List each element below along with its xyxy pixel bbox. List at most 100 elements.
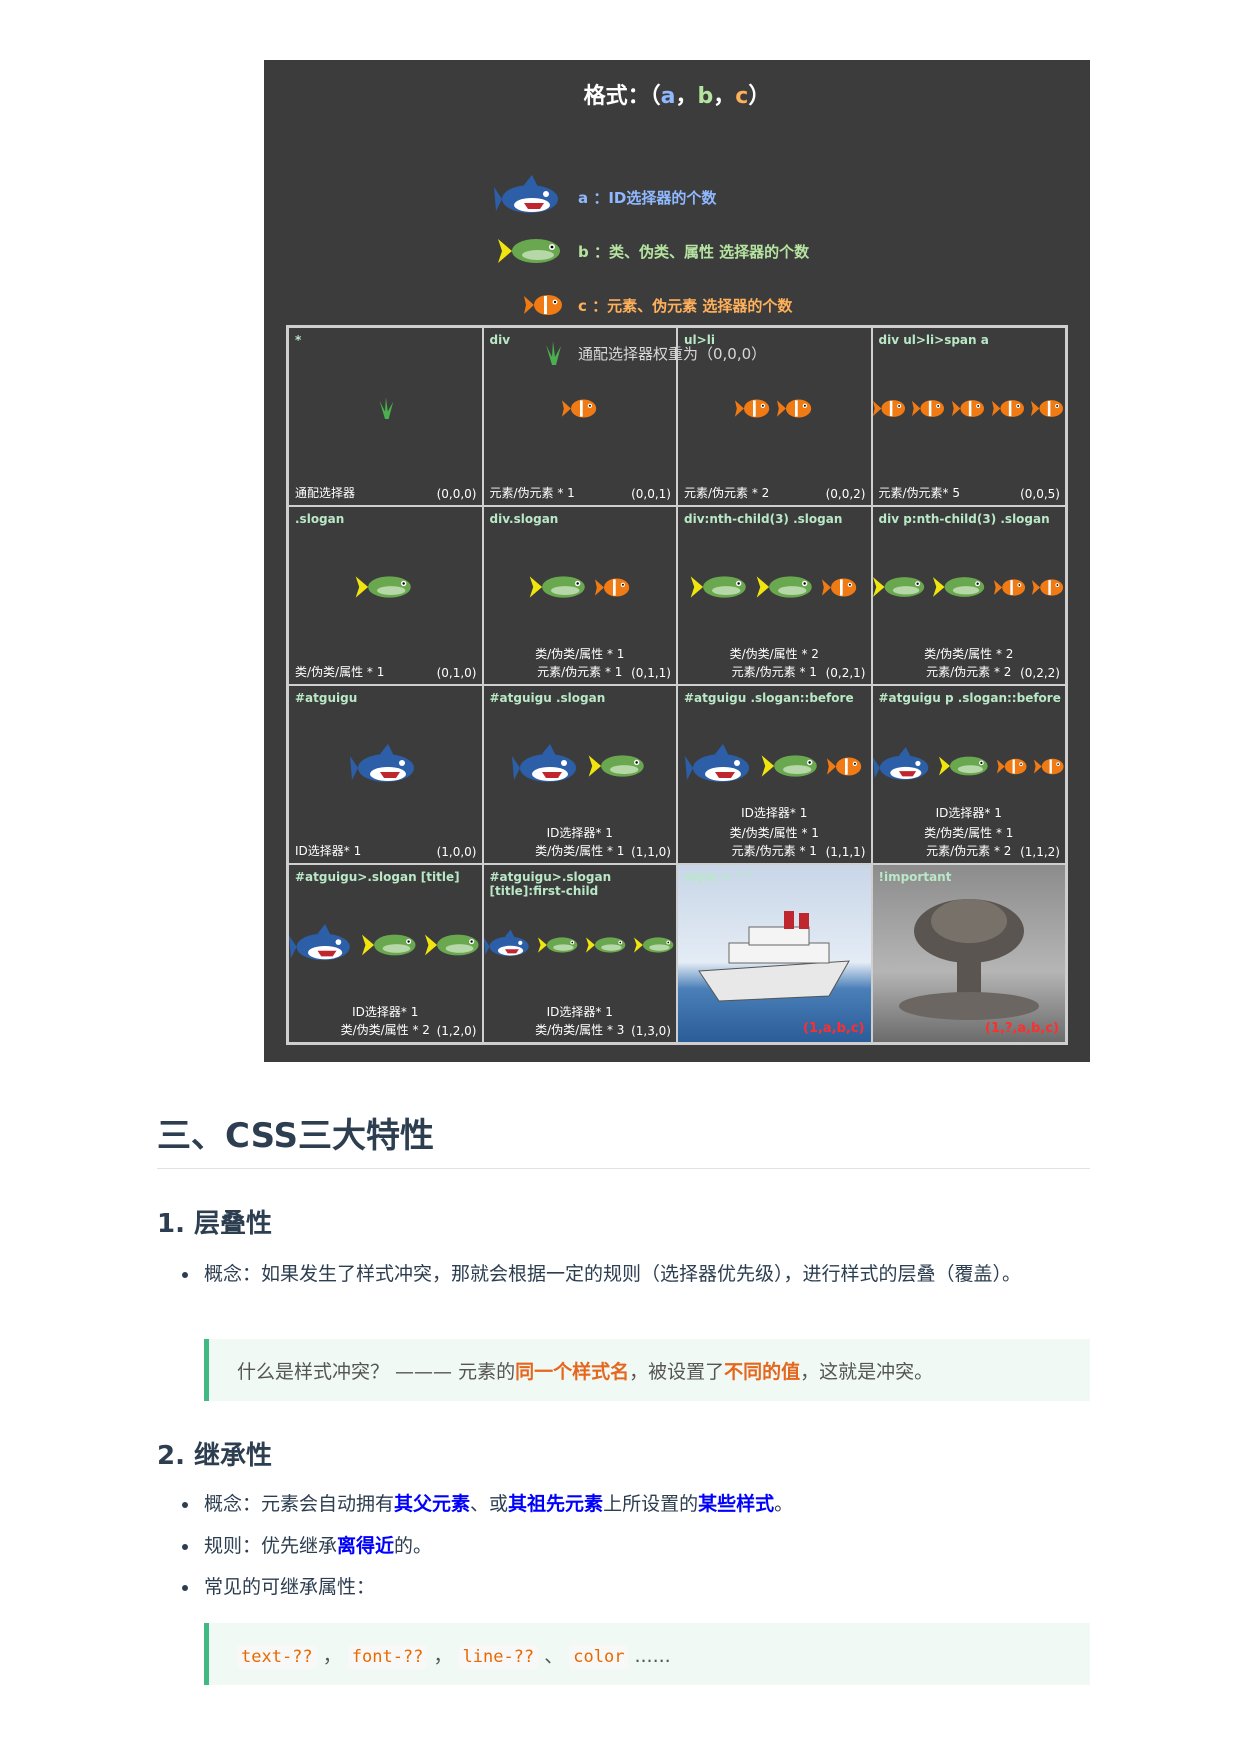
cell-selector: div.slogan <box>489 512 559 526</box>
orange-fish-icon <box>1032 578 1064 596</box>
cell-specificity-value: (0,0,0) <box>436 487 477 501</box>
orange-fish-icon <box>524 295 562 315</box>
green-fish-icon <box>355 576 412 598</box>
shark-icon <box>872 746 928 780</box>
green-fish-icon <box>538 937 578 953</box>
cell-selector: div <box>489 333 511 347</box>
cell-specificity-value: (1,a,b,c) <box>802 1021 865 1036</box>
specificity-cell: #atguigu>.slogan [title] ID选择器* 1 类/伪类/属性 … <box>288 864 483 1043</box>
subheading-cascade: 1. 层叠性 <box>157 1209 273 1239</box>
orange-fish-icon <box>735 399 770 417</box>
orange-fish-icon <box>993 578 1025 596</box>
specificity-cell: .slogan 类/伪类/属性 * 1 (0,1,0) <box>288 506 483 685</box>
orange-fish-icon <box>594 578 629 596</box>
cell-selector: #atguigu p .slogan::before <box>878 691 1061 705</box>
green-fish-icon <box>588 755 644 777</box>
green-fish-icon <box>361 934 416 956</box>
specificity-cell: style = " " (1,a,b,c) <box>677 864 872 1043</box>
green-fish-icon <box>756 576 813 598</box>
green-fish-icon <box>529 576 585 598</box>
green-fish-icon <box>498 239 560 263</box>
shark-icon <box>350 744 415 782</box>
list-item: 概念：如果发生了样式冲突，那就会根据一定的规则（选择器优先级），进行样式的层叠（… <box>182 1258 1074 1290</box>
orange-fish-icon <box>1031 399 1064 417</box>
specificity-cell: #atguigu p .slogan::before ID选择器* 1 类/伪类/属… <box>871 685 1066 864</box>
cell-count-line: ID选择器* 1 <box>352 1005 419 1019</box>
cell-pictures <box>289 905 482 985</box>
cell-specificity-value: (0,0,1) <box>631 487 671 501</box>
tip-block: 什么是样式冲突？ ——— 元素的同一个样式名，被设置了不同的值，这就是冲突。 <box>204 1339 1090 1401</box>
cell-pictures <box>872 368 1066 448</box>
cell-specificity-value: (1,1,1) <box>825 845 866 859</box>
cell-specificity-value: (1,0,0) <box>436 845 477 859</box>
cell-specificity-value: (0,2,2) <box>1020 666 1060 680</box>
specificity-cell: #atguigu .slogan::before ID选择器* 1 类/伪类/属性 … <box>677 685 872 864</box>
cell-pictures <box>873 891 1066 1021</box>
cell-pictures <box>484 368 677 448</box>
subheading-inheritance: 2. 继承性 <box>157 1441 273 1471</box>
cell-specificity-value: (1,1,0) <box>631 845 671 859</box>
shark-icon <box>483 929 529 957</box>
cell-pictures <box>289 726 482 806</box>
grass-icon <box>379 397 394 419</box>
section-heading: 三、CSS三大特性 <box>157 1116 435 1156</box>
cell-specificity-value: (1,3,0) <box>631 1024 671 1038</box>
shark-icon <box>289 924 350 961</box>
orange-fish-icon <box>912 399 945 417</box>
cell-specificity-value: (1,1,2) <box>1020 845 1060 859</box>
cell-selector: .slogan <box>295 512 345 526</box>
cell-specificity-value: (0,1,0) <box>436 666 477 680</box>
orange-fish-icon <box>991 399 1024 417</box>
list-item: 概念：元素会自动拥有其父元素、或其祖先元素上所设置的某些样式。 <box>182 1488 1074 1520</box>
cell-pictures <box>872 726 1066 806</box>
green-fish-icon <box>933 577 985 597</box>
cell-pictures <box>483 905 677 985</box>
orange-fish-icon <box>1033 758 1064 774</box>
orange-fish-icon <box>777 399 812 417</box>
cell-count-line: 类/伪类/属性 * 1 <box>729 826 819 840</box>
specificity-cell: div p:nth-child(3) .slogan 类/伪类/属性 * 2 元素/… <box>871 506 1066 685</box>
mushroom-cloud-icon <box>898 899 1039 1020</box>
legend-a: a ：ID选择器的个数 <box>494 172 716 222</box>
green-fish-icon <box>761 755 818 777</box>
cell-pictures <box>678 368 871 448</box>
green-fish-icon <box>938 756 988 776</box>
cell-specificity-value: (1,?,a,b,c) <box>984 1021 1059 1036</box>
cell-count-line: ID选择器* 1 <box>546 826 613 840</box>
cell-count-line: ID选择器* 1 <box>546 1005 613 1019</box>
inheritable-properties-block: text-?? ， font-?? ， line-?? 、 color ....… <box>204 1623 1090 1685</box>
legend-c: c ：元素、伪元素 选择器的个数 <box>494 280 792 330</box>
cell-pictures <box>678 726 871 806</box>
figure-title: 格式：（a，b，c） <box>583 84 771 109</box>
list-item: 规则：优先继承离得近的。 <box>182 1530 1074 1562</box>
green-fish-icon <box>872 577 924 597</box>
specificity-cell: div.slogan 类/伪类/属性 * 1 元素/伪元素 * 1 (0,1,1) <box>482 506 677 685</box>
orange-fish-icon <box>822 578 857 596</box>
shark-icon <box>494 175 558 213</box>
specificity-cell: !important (1,?,a,b,c) <box>871 864 1066 1043</box>
cell-pictures <box>678 891 871 1021</box>
specificity-cell: #atguigu .slogan ID选择器* 1 类/伪类/属性 * 1 (1,1,… <box>482 685 677 864</box>
specificity-cell: div:nth-child(3) .slogan 类/伪类/属性 * 2 元素/伪元… <box>677 506 872 685</box>
green-fish-icon <box>424 934 479 956</box>
cell-specificity-value: (1,2,0) <box>436 1024 477 1038</box>
shark-icon <box>685 744 750 782</box>
specificity-cell: div 元素/伪元素 * 1 (0,0,1) <box>482 327 677 506</box>
legend-b: b ：类、伪类、属性 选择器的个数 <box>494 226 809 276</box>
orange-fish-icon <box>951 399 984 417</box>
green-fish-icon <box>634 937 674 953</box>
orange-fish-icon <box>872 399 905 417</box>
cell-specificity-value: (0,0,2) <box>825 487 866 501</box>
cell-selector: div:nth-child(3) .slogan <box>684 512 843 526</box>
cell-count-line: ID选择器* 1 <box>935 806 1002 820</box>
green-fish-icon <box>690 576 747 598</box>
cell-pictures <box>289 547 482 627</box>
cell-pictures <box>484 726 677 806</box>
specificity-figure: 格式：（a，b，c） a ：ID选择器的个数 b ：类、伪类、属性 选择器的个数… <box>264 60 1090 1062</box>
cell-count-line: ID选择器* 1 <box>741 806 808 820</box>
cell-count-line: 类/伪类/属性 * 2 <box>924 647 1014 661</box>
specificity-cell: #atguigu ID选择器* 1 (1,0,0) <box>288 685 483 864</box>
cell-pictures <box>678 547 871 627</box>
cell-specificity-value: (0,0,5) <box>1020 487 1060 501</box>
cell-count-line: 类/伪类/属性 * 1 <box>535 647 625 661</box>
